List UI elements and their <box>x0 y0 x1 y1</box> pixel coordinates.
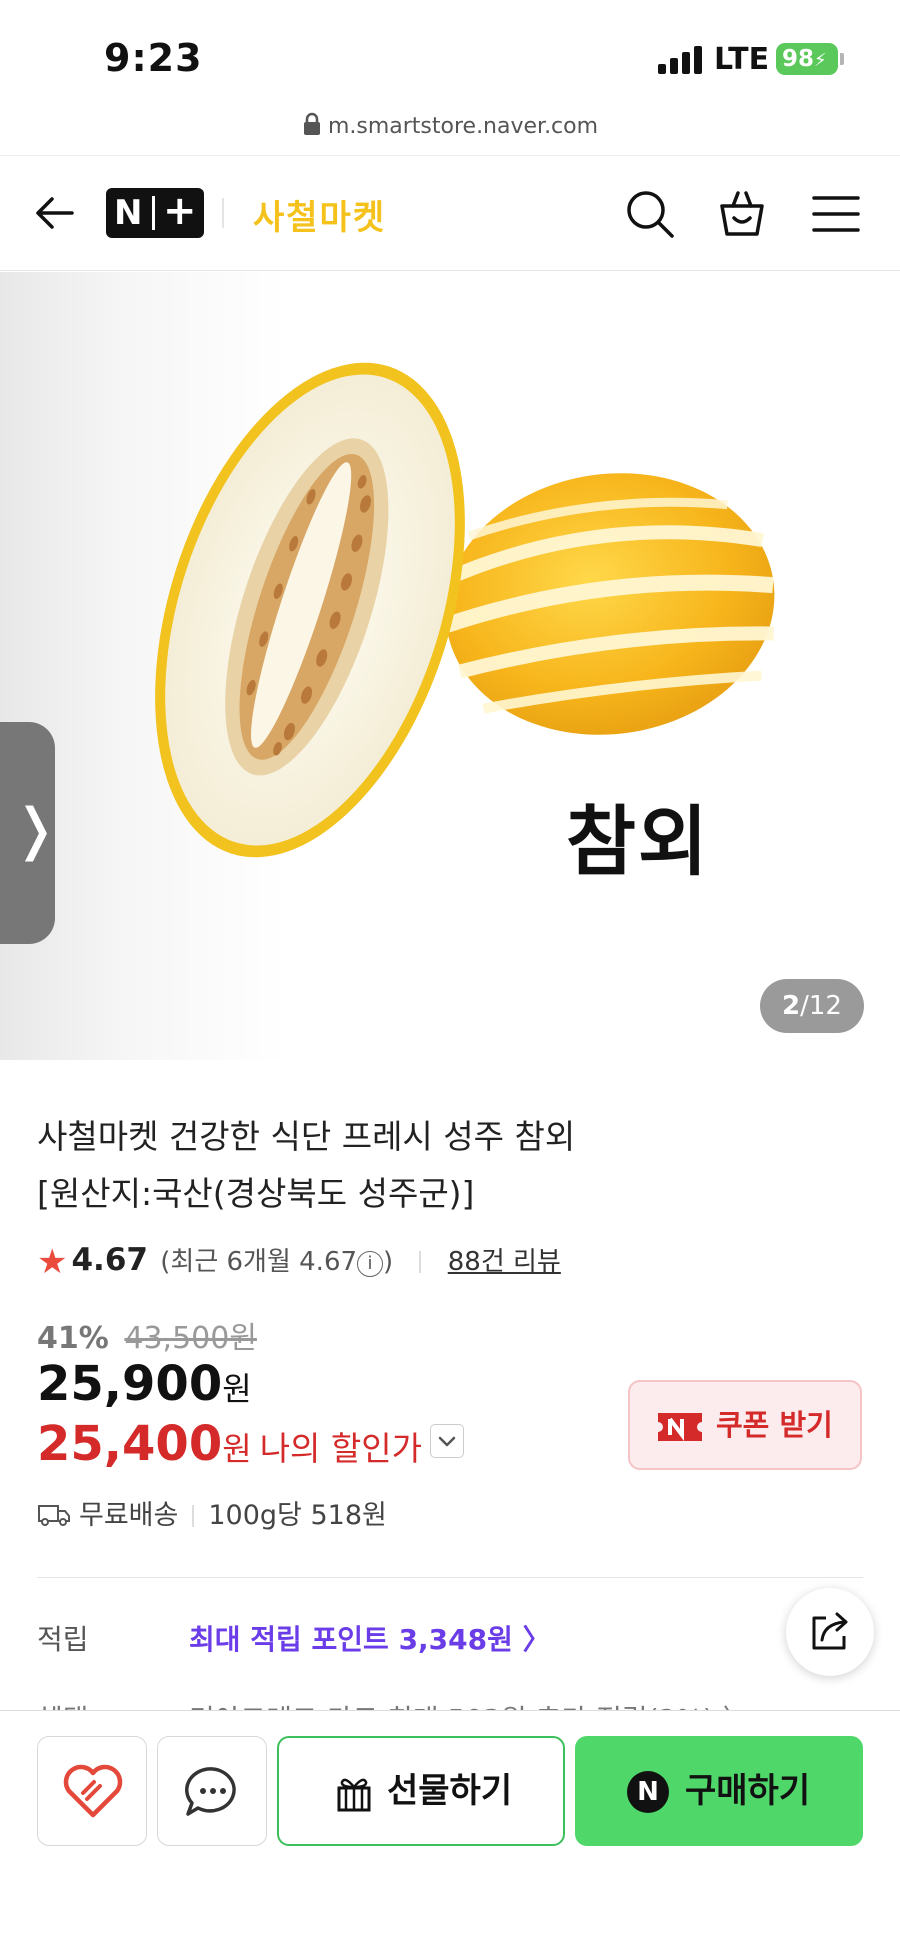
buy-button[interactable]: N 구매하기 <box>575 1736 863 1846</box>
url-text: m.smartstore.naver.com <box>327 114 599 139</box>
my-price-value: 25,400 <box>37 1416 223 1472</box>
naver-pay-icon: N <box>627 1771 669 1813</box>
search-button[interactable] <box>624 188 676 240</box>
product-title: 사철마켓 건강한 식단 프레시 성주 참외 [원산지:국산(경상북도 성주군)] <box>37 1108 857 1222</box>
image-total: /12 <box>800 991 842 1021</box>
talk-talk-button[interactable] <box>157 1736 267 1846</box>
network-label: LTE <box>714 42 770 77</box>
shipping-row: 무료배송 100g당 518원 <box>37 1498 387 1534</box>
header-divider <box>222 198 224 228</box>
share-icon <box>812 1612 848 1650</box>
coupon-button[interactable]: 쿠폰 받기 <box>628 1380 862 1470</box>
rating-divider <box>419 1251 422 1273</box>
logo-plus: + <box>163 188 197 234</box>
product-page: 9:23 LTE 98⚡ m.smartstore.naver.com N + … <box>0 0 900 1947</box>
chevron-down-icon[interactable] <box>429 1424 464 1458</box>
sale-price-unit: 원 <box>222 1370 252 1408</box>
store-name[interactable]: 사철마켓 <box>253 190 386 239</box>
battery-indicator: 98⚡ <box>776 43 838 75</box>
rating-row: ★ 4.67 (최근 6개월 4.67 i) 88건 리뷰 <box>37 1240 561 1282</box>
rating-recent-close: ) <box>383 1247 394 1277</box>
section-divider <box>37 1577 863 1578</box>
image-counter: 2/12 <box>760 979 864 1033</box>
gift-button[interactable]: 선물하기 <box>277 1736 565 1846</box>
naver-plus-logo[interactable]: N + <box>106 188 204 238</box>
gift-icon <box>337 1778 371 1812</box>
my-discount-price: 25,400원 나의 할인가 <box>37 1416 464 1472</box>
points-value[interactable]: 최대 적립 포인트 3,348원 〉 <box>189 1620 551 1660</box>
side-panel-tab[interactable]: ❭ <box>0 722 59 944</box>
signal-icon <box>658 46 702 74</box>
chevron-right-icon: ❭ <box>12 797 59 862</box>
shopping-bag-icon <box>720 191 764 236</box>
discount-percent: 41% <box>37 1321 109 1356</box>
battery-level: 98 <box>782 46 815 72</box>
star-icon: ★ <box>37 1242 68 1282</box>
sale-price: 25,900원 <box>37 1356 252 1412</box>
back-button[interactable] <box>32 190 78 236</box>
gift-label: 선물하기 <box>387 1771 513 1811</box>
product-title-line1: 사철마켓 건강한 식단 프레시 성주 참외 <box>37 1117 576 1156</box>
status-bar: 9:23 LTE 98⚡ <box>0 0 900 110</box>
heart-icon <box>63 1764 123 1818</box>
image-caption: 참외 <box>566 797 710 886</box>
back-arrow-icon <box>36 197 74 229</box>
review-count-link[interactable]: 88건 리뷰 <box>448 1247 561 1277</box>
coupon-label: 쿠폰 받기 <box>716 1408 833 1442</box>
product-title-line2: [원산지:국산(경상북도 성주군)] <box>37 1174 475 1213</box>
info-icon[interactable]: i <box>357 1251 384 1277</box>
logo-n: N <box>114 193 143 233</box>
rating-score: 4.67 <box>71 1242 148 1278</box>
logo-separator <box>152 196 155 230</box>
my-price-unit: 원 <box>222 1430 252 1468</box>
chat-icon <box>185 1767 236 1816</box>
unit-price: 100g당 518원 <box>208 1500 387 1531</box>
melon-illustration <box>155 362 775 858</box>
buy-label: 구매하기 <box>685 1771 811 1811</box>
rating-recent: (최근 6개월 4.67 <box>160 1247 358 1277</box>
share-button[interactable] <box>786 1588 874 1676</box>
discount-row: 41% 43,500원 <box>37 1313 257 1357</box>
image-index: 2 <box>782 991 801 1021</box>
url-bar[interactable]: m.smartstore.naver.com <box>0 112 900 142</box>
points-row[interactable]: 적립 최대 적립 포인트 3,348원 〉 <box>37 1620 551 1660</box>
battery-tip <box>840 53 844 65</box>
cart-button[interactable] <box>716 188 768 240</box>
search-icon <box>627 191 674 238</box>
status-time: 9:23 <box>104 36 203 80</box>
bottom-action-bar: 선물하기 N 구매하기 <box>0 1710 900 1947</box>
menu-button[interactable] <box>810 188 862 240</box>
coupon-ticket-icon <box>658 1413 702 1441</box>
menu-icon <box>812 196 860 232</box>
points-label: 적립 <box>37 1623 89 1656</box>
original-price: 43,500원 <box>124 1321 257 1356</box>
store-header: N + 사철마켓 <box>0 155 900 271</box>
wishlist-button[interactable] <box>37 1736 147 1846</box>
sale-price-value: 25,900 <box>37 1356 223 1412</box>
lock-icon <box>302 112 322 142</box>
truck-icon <box>37 1501 71 1526</box>
my-price-label: 나의 할인가 <box>259 1429 422 1468</box>
shipping-divider <box>192 1505 195 1527</box>
product-image[interactable]: 참외 2/12 <box>0 272 900 1060</box>
shipping-text: 무료배송 <box>79 1500 179 1531</box>
